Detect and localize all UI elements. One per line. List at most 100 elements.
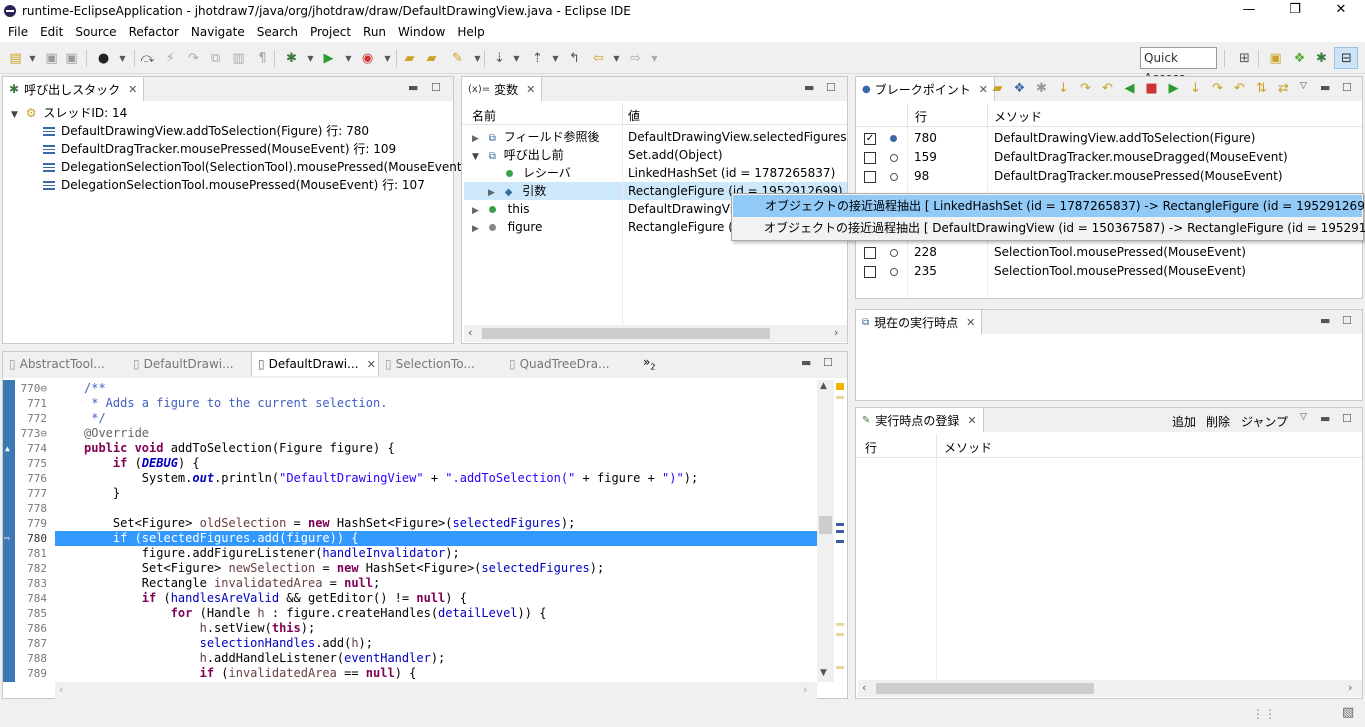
tab-call-stack[interactable]: ✱ 呼び出しスタック ✕ — [3, 77, 145, 101]
new-package-icon[interactable]: ▰ — [402, 51, 417, 66]
maximize-icon[interactable]: ☐ — [1342, 412, 1352, 425]
dropdown-arrow-icon[interactable]: ▼ — [548, 51, 563, 66]
dropdown-arrow-icon[interactable]: ▼ — [341, 51, 356, 66]
column-name[interactable]: 名前 — [472, 107, 496, 124]
tab-variables[interactable]: (x)= 変数 ✕ — [462, 77, 543, 101]
maximize-icon[interactable]: ☐ — [1342, 81, 1352, 94]
skip-breakpoints-icon[interactable]: ⤼ — [140, 51, 155, 66]
menu-edit[interactable]: Edit — [34, 25, 69, 39]
java-perspective-icon[interactable]: ▣ — [1268, 51, 1283, 66]
step-forward-icon[interactable]: ↓ — [1188, 81, 1203, 96]
chevron-down-icon[interactable]: ▼ — [472, 152, 479, 162]
scroll-thumb[interactable] — [819, 516, 832, 534]
column-method[interactable]: メソッド — [944, 439, 992, 456]
menu-help[interactable]: Help — [451, 25, 490, 39]
new-icon[interactable]: ▤ — [8, 51, 23, 66]
tab-selectiontool[interactable]: ▯ SelectionTo... — [379, 352, 503, 376]
scroll-up-icon[interactable]: ▲ — [820, 381, 827, 391]
column-line[interactable]: 行 — [915, 108, 927, 125]
resume-back-icon[interactable]: ◀ — [1122, 81, 1137, 96]
debug-icon[interactable]: ✱ — [284, 51, 299, 66]
quick-access-field[interactable]: Quick Access — [1140, 47, 1217, 85]
dropdown-arrow-icon[interactable]: ▼ — [380, 51, 395, 66]
open-type-icon[interactable]: ▰ — [424, 51, 439, 66]
breakpoint-row[interactable]: ✓ 780 DefaultDrawingView.addToSelection(… — [864, 129, 1359, 147]
terminate-icon[interactable]: ■ — [1144, 81, 1159, 96]
tab-breakpoints[interactable]: ● ブレークポイント ✕ — [856, 77, 995, 101]
code-area[interactable]: 770⊖/** 771 * Adds a figure to the curre… — [3, 380, 817, 682]
dropdown-arrow-icon[interactable]: ▼ — [25, 51, 40, 66]
drop-to-frame-icon[interactable]: ⇅ — [1254, 81, 1269, 96]
menu-item-extract-approach-1[interactable]: オブジェクトの接近過程抽出 [ LinkedHashSet (id = 1787… — [733, 195, 1365, 217]
menu-file[interactable]: File — [2, 25, 34, 39]
menu-search[interactable]: Search — [251, 25, 304, 39]
scroll-thumb[interactable] — [876, 683, 1094, 694]
debug-perspective-icon[interactable]: ✱ — [1314, 51, 1329, 66]
minimize-icon[interactable]: ▬ — [1320, 81, 1330, 94]
open-perspective-icon[interactable]: ● — [96, 51, 111, 66]
menu-window[interactable]: Window — [392, 25, 451, 39]
breakpoint-row[interactable]: 98 DefaultDragTracker.mousePressed(Mouse… — [864, 167, 1359, 185]
tab-quadtree[interactable]: ▯ QuadTreeDra... — [503, 352, 627, 376]
dropdown-arrow-icon[interactable]: ▼ — [647, 51, 662, 66]
variable-row[interactable]: ▼ ⧉ 呼び出し前 Set.add(Object) — [472, 146, 842, 164]
open-perspective-button-icon[interactable]: ⊞ — [1237, 51, 1252, 66]
maximize-icon[interactable]: ☐ — [823, 356, 833, 369]
stack-frame[interactable]: DefaultDragTracker.mousePressed(MouseEve… — [43, 140, 396, 158]
tab-overflow[interactable]: »2 — [643, 355, 655, 371]
view-menu-icon[interactable]: ▽ — [1300, 81, 1307, 91]
jump-button[interactable]: ジャンプ — [1241, 413, 1288, 430]
step-icon[interactable]: ↷ — [186, 51, 201, 66]
breakpoint-checkbox[interactable] — [864, 170, 876, 183]
column-method[interactable]: メソッド — [994, 108, 1042, 125]
prev-annotation-icon[interactable]: ⇡ — [530, 51, 545, 66]
chevron-right-icon[interactable]: ▶ — [472, 206, 479, 216]
breakpoint-row[interactable]: 159 DefaultDragTracker.mouseDragged(Mous… — [864, 148, 1359, 166]
menu-project[interactable]: Project — [304, 25, 357, 39]
run-icon[interactable]: ▶ — [321, 51, 336, 66]
menu-refactor[interactable]: Refactor — [123, 25, 185, 39]
close-button[interactable]: ✕ — [1318, 0, 1364, 22]
breakpoint-row[interactable]: 235 SelectionTool.mousePressed(MouseEven… — [864, 262, 1359, 280]
step-return-forward-icon[interactable]: ↶ — [1232, 81, 1247, 96]
scroll-thumb[interactable] — [482, 328, 770, 339]
active-perspective[interactable]: ⊟ — [1334, 47, 1358, 69]
minimize-button[interactable]: — — [1226, 0, 1272, 22]
dropdown-arrow-icon[interactable]: ▼ — [509, 51, 524, 66]
breakpoint-checkbox[interactable] — [864, 246, 876, 259]
close-icon[interactable]: ✕ — [979, 83, 988, 96]
breakpoint-checkbox[interactable]: ✓ — [864, 132, 876, 145]
minimize-icon[interactable]: ▬ — [801, 356, 811, 369]
editor-vscrollbar[interactable]: ▲ ▼ — [817, 380, 834, 682]
delete-button[interactable]: 削除 — [1206, 413, 1230, 430]
save-all-icon[interactable]: ▣ — [64, 51, 79, 66]
column-value[interactable]: 値 — [628, 107, 640, 124]
variable-row[interactable]: ▶ ⧉ フィールド参照後 DefaultDrawingView.selected… — [472, 128, 846, 146]
maximize-icon[interactable]: ☐ — [431, 81, 441, 94]
chevron-right-icon[interactable]: ▶ — [488, 188, 495, 198]
maximize-icon[interactable]: ☐ — [826, 81, 836, 94]
close-icon[interactable]: ✕ — [128, 83, 137, 96]
add-button[interactable]: 追加 — [1172, 413, 1196, 430]
breakpoint-row[interactable]: 228 SelectionTool.mousePressed(MouseEven… — [864, 243, 1359, 261]
skip-icon[interactable]: ✱ — [1034, 81, 1049, 96]
registered-points-hscrollbar[interactable]: ‹ › — [858, 680, 1362, 697]
drop-frame-icon[interactable]: ⧉ — [208, 51, 223, 66]
column-line[interactable]: 行 — [865, 439, 877, 456]
chevron-right-icon[interactable]: ▶ — [472, 134, 479, 144]
next-annotation-icon[interactable]: ⇣ — [492, 51, 507, 66]
search-tool-icon[interactable]: ✎ — [450, 51, 465, 66]
open-icon[interactable]: ▰ — [990, 81, 1005, 96]
editor-hscrollbar[interactable]: ‹ › — [55, 682, 817, 699]
breakpoint-checkbox[interactable] — [864, 265, 876, 278]
tab-current-point[interactable]: ⧉ 現在の実行時点 ✕ — [856, 310, 983, 334]
scroll-right-icon[interactable]: › — [1348, 681, 1352, 694]
menu-source[interactable]: Source — [69, 25, 122, 39]
stack-frame[interactable]: DefaultDrawingView.addToSelection(Figure… — [43, 122, 369, 140]
minimize-icon[interactable]: ▬ — [804, 81, 814, 94]
chevron-down-icon[interactable]: ▼ — [11, 110, 18, 120]
resume-icon[interactable]: ▶ — [1166, 81, 1181, 96]
dropdown-arrow-icon[interactable]: ▼ — [470, 51, 485, 66]
minimize-icon[interactable]: ▬ — [1320, 314, 1330, 327]
notifications-icon[interactable]: ▧ — [1342, 705, 1354, 720]
